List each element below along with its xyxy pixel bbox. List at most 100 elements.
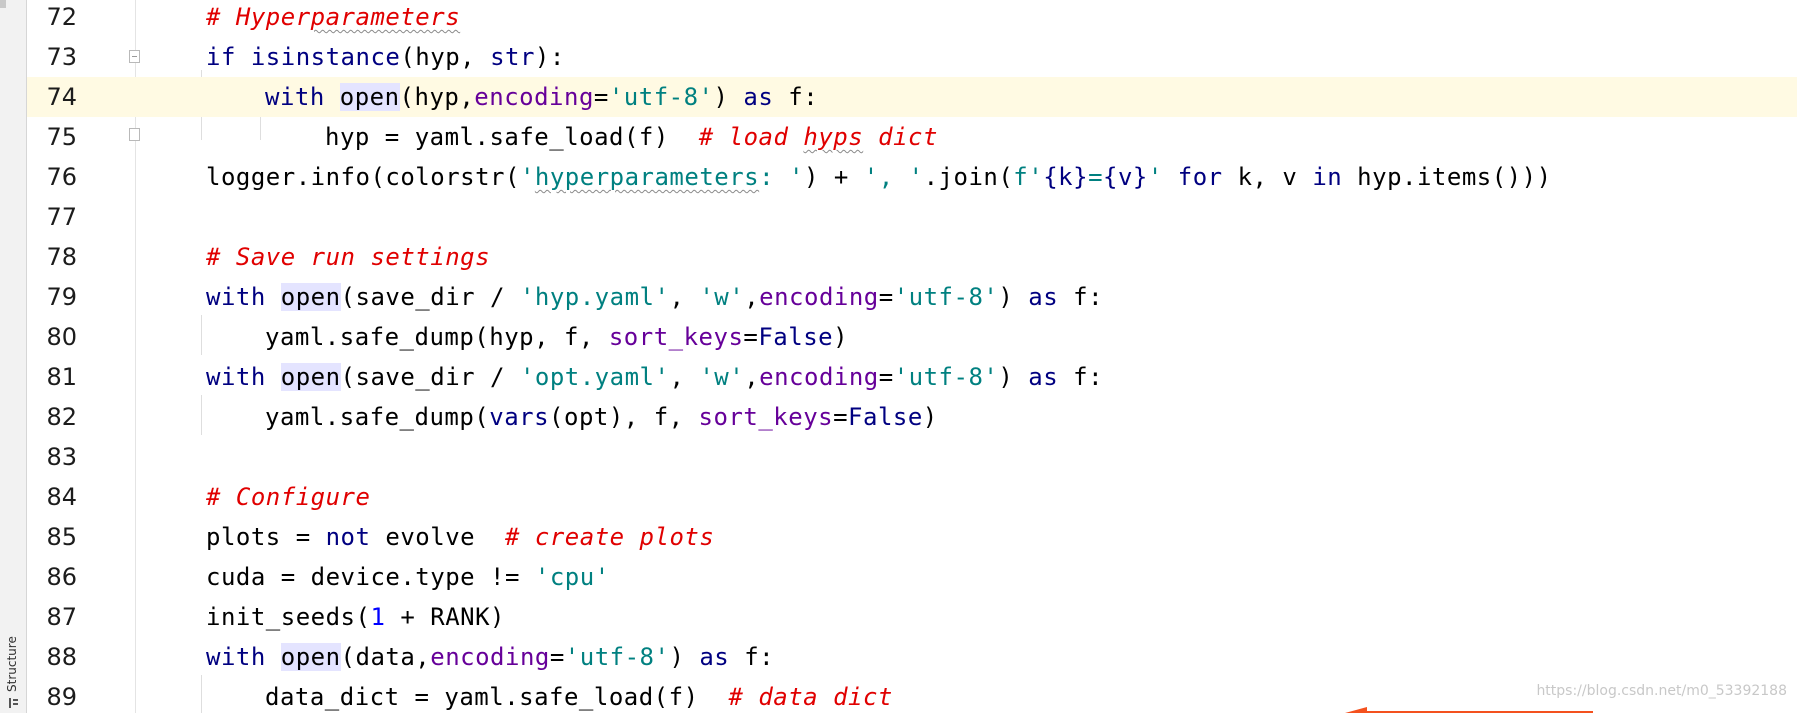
comment-token: # Save run settings bbox=[206, 243, 491, 271]
comment-token: # Hyper bbox=[206, 3, 311, 31]
line-number: 81 bbox=[46, 363, 77, 391]
code-line: 76 logger.info(colorstr('hyperparameters… bbox=[0, 157, 1797, 197]
code-token: (save_dir / bbox=[340, 363, 520, 391]
code-token: plots = bbox=[206, 523, 326, 551]
code-token: ) + bbox=[804, 163, 864, 191]
comment-token: # load bbox=[698, 123, 804, 151]
code-text: if isinstance(hyp, str): bbox=[206, 37, 565, 77]
keyword-token: False bbox=[848, 403, 923, 431]
line-number: 80 bbox=[46, 323, 77, 351]
identifier-highlight: open bbox=[280, 363, 341, 391]
keyword-token: not bbox=[325, 523, 371, 551]
code-token: ) bbox=[669, 643, 700, 671]
string-token: 'utf-8' bbox=[564, 643, 670, 671]
comment-token: # create plots bbox=[505, 523, 715, 551]
param-token: sort_keys bbox=[608, 323, 744, 351]
code-token: (save_dir / bbox=[340, 283, 520, 311]
string-token: 'w' bbox=[699, 363, 745, 391]
code-token: , bbox=[744, 363, 760, 391]
string-token: 'hyp.yaml' bbox=[519, 283, 670, 311]
code-token: yaml.safe_dump(hyp, f, bbox=[265, 323, 609, 351]
string-token: ' bbox=[519, 163, 535, 191]
builtin-token: str bbox=[490, 43, 535, 71]
code-text: logger.info(colorstr('hyperparameters: '… bbox=[206, 157, 1552, 197]
code-token: = bbox=[878, 363, 894, 391]
fstring-expr-token: {k} bbox=[1043, 163, 1089, 191]
code-line: 86 cuda = device.type != 'cpu' bbox=[0, 557, 1797, 597]
identifier-highlight: open bbox=[280, 643, 341, 671]
code-token: hyp = yaml.safe_load(f) bbox=[325, 123, 699, 151]
code-token: init_seeds( bbox=[206, 603, 371, 631]
string-token: 'cpu' bbox=[534, 563, 610, 591]
code-text: # Save run settings bbox=[206, 237, 490, 277]
string-token: ', ' bbox=[863, 163, 924, 191]
keyword-token: with bbox=[206, 283, 281, 311]
comment-token: parameters bbox=[310, 3, 461, 31]
code-token: , bbox=[669, 363, 700, 391]
code-line: 87 init_seeds(1 + RANK) bbox=[0, 597, 1797, 637]
code-line: 81 with open(save_dir / 'opt.yaml', 'w',… bbox=[0, 357, 1797, 397]
fstring-expr-token: {v} bbox=[1103, 163, 1148, 191]
code-token: data_dict = yaml.safe_load(f) bbox=[265, 683, 729, 711]
comment-token: dict bbox=[863, 123, 938, 151]
code-token: cuda = device.type != bbox=[206, 563, 535, 591]
comment-token: # Configure bbox=[206, 483, 371, 511]
param-token: encoding bbox=[430, 643, 550, 671]
code-token: f: bbox=[1058, 283, 1104, 311]
code-token: logger.info(colorstr( bbox=[206, 163, 520, 191]
string-token: hyperparameters bbox=[534, 163, 760, 191]
code-text: hyp = yaml.safe_load(f) # load hyps dict bbox=[325, 117, 938, 157]
code-token: evolve bbox=[370, 523, 505, 551]
code-token: ) bbox=[922, 403, 938, 431]
code-line: 83 bbox=[0, 437, 1797, 477]
code-token: ): bbox=[534, 43, 565, 71]
string-token: = bbox=[1088, 163, 1104, 191]
param-token: encoding bbox=[474, 83, 594, 111]
keyword-token: as bbox=[1028, 363, 1059, 391]
line-number: 82 bbox=[46, 403, 77, 431]
code-token: f: bbox=[773, 83, 819, 111]
code-token: = bbox=[833, 403, 849, 431]
watermark: https://blog.csdn.net/m0_53392188 bbox=[1536, 683, 1787, 699]
keyword-token: in bbox=[1312, 163, 1343, 191]
keyword-token: as bbox=[699, 643, 730, 671]
line-number: 73 bbox=[46, 43, 77, 71]
line-number: 72 bbox=[46, 3, 77, 31]
code-text: cuda = device.type != 'cpu' bbox=[206, 557, 610, 597]
keyword-token: False bbox=[758, 323, 834, 351]
code-token: = bbox=[743, 323, 759, 351]
number-token: 1 bbox=[370, 603, 386, 631]
code-token: (hyp, bbox=[399, 83, 475, 111]
code-line: 72 # Hyperparameters bbox=[0, 0, 1797, 37]
line-number: 85 bbox=[46, 523, 77, 551]
keyword-token: as bbox=[1028, 283, 1059, 311]
builtin-token: isinstance bbox=[250, 43, 401, 71]
annotation-arrow bbox=[1345, 705, 1595, 713]
code-token: k, v bbox=[1222, 163, 1313, 191]
code-token: f: bbox=[729, 643, 775, 671]
code-text: with open(save_dir / 'hyp.yaml', 'w',enc… bbox=[206, 277, 1103, 317]
code-line: 82 yaml.safe_dump(vars(opt), f, sort_key… bbox=[0, 397, 1797, 437]
code-token: = bbox=[878, 283, 894, 311]
string-token: 'utf-8' bbox=[608, 83, 714, 111]
code-token: = bbox=[549, 643, 565, 671]
param-token: sort_keys bbox=[698, 403, 834, 431]
code-text: data_dict = yaml.safe_load(f) # data dic… bbox=[265, 677, 893, 713]
string-token: : ' bbox=[759, 163, 804, 191]
string-token: 'w' bbox=[699, 283, 745, 311]
param-token: encoding bbox=[759, 283, 879, 311]
line-number: 78 bbox=[46, 243, 77, 271]
code-token: (opt), f, bbox=[549, 403, 699, 431]
line-number: 76 bbox=[46, 163, 77, 191]
code-text: yaml.safe_dump(hyp, f, sort_keys=False) bbox=[265, 317, 848, 357]
code-text: yaml.safe_dump(vars(opt), f, sort_keys=F… bbox=[265, 397, 938, 437]
code-editor[interactable]: 72 # Hyperparameters 73 if isinstance(hy… bbox=[0, 0, 1797, 713]
line-number: 89 bbox=[46, 683, 77, 711]
param-token: encoding bbox=[759, 363, 879, 391]
code-token: ) bbox=[998, 363, 1029, 391]
keyword-token: with bbox=[206, 363, 281, 391]
code-line: 80 yaml.safe_dump(hyp, f, sort_keys=Fals… bbox=[0, 317, 1797, 357]
string-token: 'utf-8' bbox=[893, 363, 999, 391]
line-number: 74 bbox=[46, 83, 77, 111]
identifier-highlight: open bbox=[339, 83, 400, 111]
